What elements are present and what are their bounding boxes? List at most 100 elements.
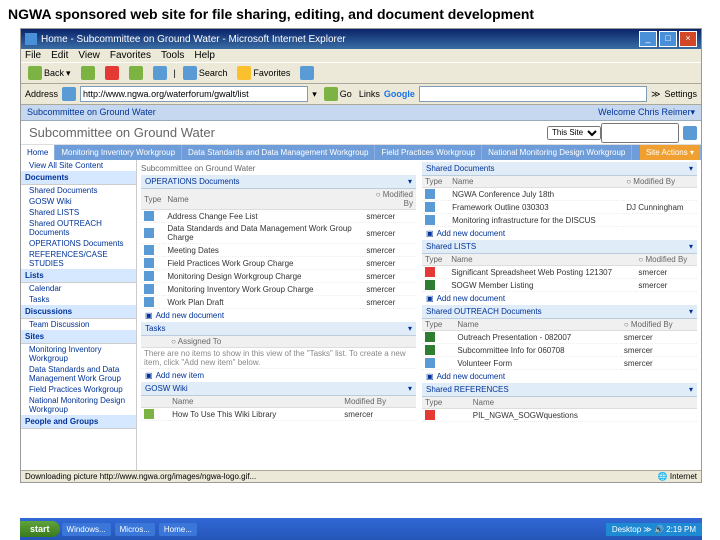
stop-icon [105, 66, 119, 80]
menu-help[interactable]: Help [194, 50, 215, 61]
wiki-table: NameModified By How To Use This Wiki Lib… [141, 396, 416, 421]
system-tray[interactable]: Desktop ≫ 🔊 2:19 PM [606, 523, 702, 536]
table-row[interactable]: PIL_NGWA_SOGWquestions [422, 409, 697, 422]
xls-icon [425, 332, 435, 342]
taskbar-item[interactable]: Windows... [62, 523, 111, 536]
table-row[interactable]: How To Use This Wiki Librarysmercer [141, 408, 416, 421]
menu-tools[interactable]: Tools [161, 50, 184, 61]
nav-tasks[interactable]: Tasks [21, 294, 136, 305]
table-row[interactable]: Address Change Fee Listsmercer [141, 210, 416, 223]
forward-button[interactable] [78, 65, 98, 81]
nav-references[interactable]: REFERENCES/CASE STUDIES [21, 249, 136, 269]
tab-data-standards[interactable]: Data Standards and Data Management Workg… [182, 145, 375, 160]
table-row[interactable]: Volunteer Formsmercer [422, 357, 697, 370]
doc-icon [144, 245, 154, 255]
table-row[interactable]: Monitoring Design Workgroup Chargesmerce… [141, 270, 416, 283]
back-button[interactable]: Back ▾ [25, 65, 74, 81]
menu-favorites[interactable]: Favorites [110, 50, 151, 61]
ops-header: OPERATIONS Documents ▾ [141, 175, 416, 189]
sp-search-input[interactable] [601, 123, 679, 143]
search-button[interactable]: Search [180, 65, 231, 81]
refs-table: TypeName PIL_NGWA_SOGWquestions [422, 397, 697, 422]
doc-icon [144, 258, 154, 268]
nav-site-3[interactable]: National Monitoring Design Workgroup [21, 395, 136, 415]
google-search-input[interactable] [419, 86, 647, 102]
nav-outreach[interactable]: Shared OUTREACH Documents [21, 218, 136, 238]
start-button[interactable]: start [20, 521, 60, 537]
tasks-add-new[interactable]: ▣ Add new item [141, 369, 416, 382]
table-row[interactable]: Monitoring Inventory Work Group Chargesm… [141, 283, 416, 296]
nav-shared-docs[interactable]: Shared Documents [21, 185, 136, 196]
nav-site-1[interactable]: Data Standards and Data Management Work … [21, 364, 136, 384]
status-bar: Downloading picture http://www.ngwa.org/… [21, 470, 701, 482]
window-title: Home - Subcommittee on Ground Water - Mi… [41, 34, 346, 45]
stop-button[interactable] [102, 65, 122, 81]
nav-site-0[interactable]: Monitoring Inventory Workgroup [21, 344, 136, 364]
refs-header: Shared REFERENCES ▾ [422, 383, 697, 397]
nav-calendar[interactable]: Calendar [21, 283, 136, 294]
table-row[interactable]: Subcommittee Info for 060708smercer [422, 344, 697, 357]
content-area: View All Site Content Documents Shared D… [21, 160, 701, 470]
nav-toolbar: Back ▾ | Search Favorites [21, 62, 701, 84]
nav-team-discussion[interactable]: Team Discussion [21, 319, 136, 330]
view-all-content[interactable]: View All Site Content [21, 160, 136, 171]
doc-icon [425, 202, 435, 212]
nav-sites-header: Sites [21, 330, 136, 344]
settings-link[interactable]: Settings [664, 89, 697, 99]
minimize-button[interactable]: _ [639, 31, 657, 47]
shared-docs-header: Shared Documents ▾ [422, 162, 697, 176]
slide-title: NGWA sponsored web site for file sharing… [0, 0, 720, 28]
table-row[interactable]: Field Practices Work Group Chargesmercer [141, 257, 416, 270]
table-row[interactable]: Work Plan Draftsmercer [141, 296, 416, 309]
outreach-header: Shared OUTREACH Documents ▾ [422, 305, 697, 319]
taskbar-item[interactable]: Home... [159, 523, 197, 536]
ops-add-new[interactable]: ▣ Add new document [141, 309, 416, 322]
nav-site-2[interactable]: Field Practices Workgroup [21, 384, 136, 395]
nav-wiki[interactable]: GOSW Wiki [21, 196, 136, 207]
tab-home[interactable]: Home [21, 145, 55, 160]
taskbar-item[interactable]: Micros... [115, 523, 155, 536]
outreach-add[interactable]: ▣ Add new document [422, 370, 697, 383]
table-row[interactable]: Outreach Presentation - 082007smercer [422, 331, 697, 344]
google-toolbar[interactable]: Google [384, 89, 415, 99]
table-row[interactable]: Data Standards and Data Management Work … [141, 223, 416, 244]
search-icon [183, 66, 197, 80]
menu-file[interactable]: File [25, 50, 41, 61]
shared-lists-table: TypeName○ Modified By Significant Spread… [422, 254, 697, 292]
favorites-button[interactable]: Favorites [234, 65, 293, 81]
table-row[interactable]: Meeting Datessmercer [141, 244, 416, 257]
shared-lists-add[interactable]: ▣ Add new document [422, 292, 697, 305]
nav-shared-lists[interactable]: Shared LISTS [21, 207, 136, 218]
table-row[interactable]: Monitoring infrastructure for the DISCUS [422, 214, 697, 227]
tab-national-monitoring[interactable]: National Monitoring Design Workgroup [482, 145, 632, 160]
left-nav: View All Site Content Documents Shared D… [21, 160, 137, 470]
table-row[interactable]: Significant Spreadsheet Web Posting 1213… [422, 266, 697, 279]
nav-operations[interactable]: OPERATIONS Documents [21, 238, 136, 249]
sp-breadcrumb[interactable]: Subcommittee on Ground Water [27, 107, 156, 118]
nav-people-header[interactable]: People and Groups [21, 415, 136, 429]
history-button[interactable] [297, 65, 317, 81]
go-button[interactable]: Go [321, 86, 355, 102]
sharepoint-topbar: Subcommittee on Ground Water Welcome Chr… [21, 105, 701, 121]
refresh-button[interactable] [126, 65, 146, 81]
table-row[interactable]: Framework Outline 030303DJ Cunningham [422, 201, 697, 214]
table-row[interactable]: SOGW Member Listingsmercer [422, 279, 697, 292]
home-button[interactable] [150, 65, 170, 81]
search-scope[interactable]: This Site [547, 126, 601, 140]
address-input[interactable] [80, 86, 308, 102]
welcome-user[interactable]: Welcome Chris Reimer [598, 107, 690, 118]
shared-docs-add[interactable]: ▣ Add new document [422, 227, 697, 240]
tasks-header: Tasks ▾ [141, 322, 416, 336]
wiki-icon [144, 409, 154, 419]
menu-edit[interactable]: Edit [51, 50, 68, 61]
maximize-button[interactable]: □ [659, 31, 677, 47]
links-label[interactable]: Links [359, 89, 380, 99]
tab-monitoring[interactable]: Monitoring Inventory Workgroup [55, 145, 182, 160]
menu-view[interactable]: View [78, 50, 100, 61]
home-icon [153, 66, 167, 80]
close-button[interactable]: × [679, 31, 697, 47]
sp-search-icon[interactable] [683, 126, 697, 140]
table-row[interactable]: NGWA Conference July 18th [422, 188, 697, 201]
tab-field-practices[interactable]: Field Practices Workgroup [375, 145, 482, 160]
site-actions-button[interactable]: Site Actions ▾ [640, 145, 701, 160]
